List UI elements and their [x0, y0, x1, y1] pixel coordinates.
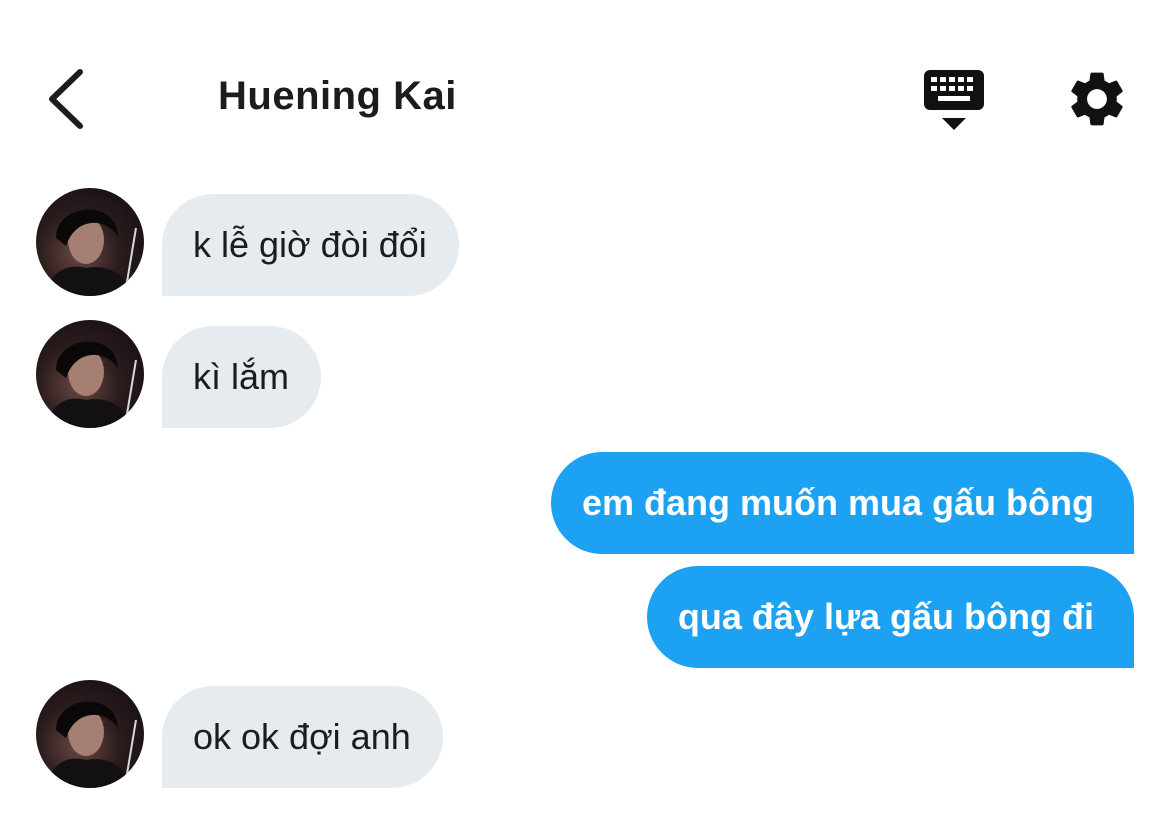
message-text: qua đây lựa gấu bông đi	[677, 596, 1094, 637]
outgoing-message-bubble[interactable]: em đang muốn mua gấu bông	[551, 452, 1134, 554]
page-title: Huening Kai	[218, 74, 457, 118]
gear-icon	[1071, 72, 1123, 126]
chevron-left-icon	[49, 69, 83, 129]
avatar[interactable]	[36, 680, 144, 788]
message-row: em đang muốn mua gấu bông	[0, 452, 1170, 554]
message-row: k lễ giờ đòi đổi	[0, 188, 1170, 298]
chat-header: Huening Kai	[0, 0, 1170, 170]
settings-button[interactable]	[1064, 66, 1130, 132]
message-row: ok ok đợi anh	[0, 680, 1170, 790]
profile-photo	[46, 701, 137, 788]
message-text: em đang muốn mua gấu bông	[582, 482, 1094, 523]
profile-photo	[46, 341, 137, 428]
outgoing-message-bubble[interactable]: qua đây lựa gấu bông đi	[646, 566, 1134, 668]
profile-photo	[46, 209, 137, 296]
message-row: qua đây lựa gấu bông đi	[0, 566, 1170, 668]
message-text: kì lắm	[193, 356, 290, 397]
avatar[interactable]	[36, 320, 144, 428]
keyboard-toggle-button[interactable]	[920, 66, 988, 134]
message-text: k lễ giờ đòi đổi	[193, 224, 427, 265]
keyboard-hide-icon	[924, 70, 984, 130]
incoming-message-bubble[interactable]: k lễ giờ đòi đổi	[162, 194, 459, 296]
message-row: kì lắm	[0, 320, 1170, 430]
incoming-message-bubble[interactable]: ok ok đợi anh	[162, 686, 443, 788]
incoming-message-bubble[interactable]: kì lắm	[162, 326, 322, 428]
avatar[interactable]	[36, 188, 144, 296]
chat-screen: Huening Kai k lễ giờ đòi đổi kì lắm em đ…	[0, 0, 1170, 838]
message-text: ok ok đợi anh	[193, 716, 411, 757]
back-button[interactable]	[40, 64, 96, 134]
